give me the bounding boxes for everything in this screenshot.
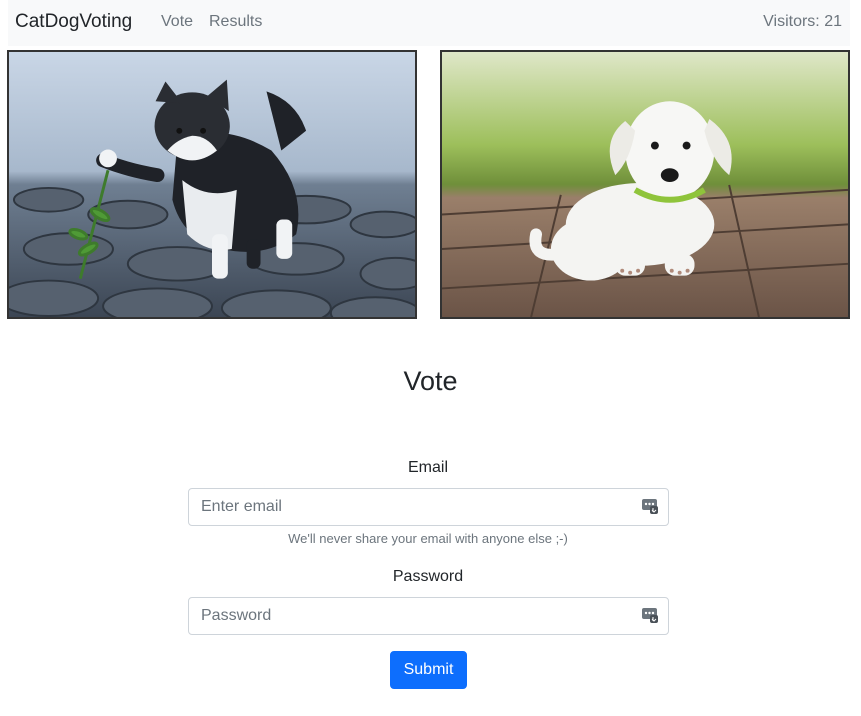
email-label: Email	[407, 459, 448, 476]
submit-button[interactable]: Submit	[390, 651, 467, 689]
puppy-picture	[442, 52, 848, 317]
password-manager-key-icon[interactable]	[642, 498, 658, 514]
page-title: Vote	[403, 366, 458, 396]
email-help-text: We'll never share your email with anyone…	[288, 531, 568, 546]
kitten-picture	[9, 52, 415, 317]
nav-link-vote[interactable]: Vote	[161, 13, 193, 31]
email-field[interactable]	[188, 488, 669, 526]
password-label: Password	[392, 568, 464, 585]
password-manager-key-icon[interactable]	[642, 607, 658, 623]
navbar-brand[interactable]: CatDogVoting	[15, 11, 132, 33]
password-field[interactable]	[188, 597, 669, 635]
cat-image[interactable]	[7, 50, 417, 319]
nav-link-results[interactable]: Results	[209, 13, 262, 31]
navbar: CatDogVoting Vote Results Visitors: 21	[8, 0, 850, 46]
dog-image[interactable]	[440, 50, 850, 319]
visitor-count: Visitors: 21	[763, 13, 842, 30]
